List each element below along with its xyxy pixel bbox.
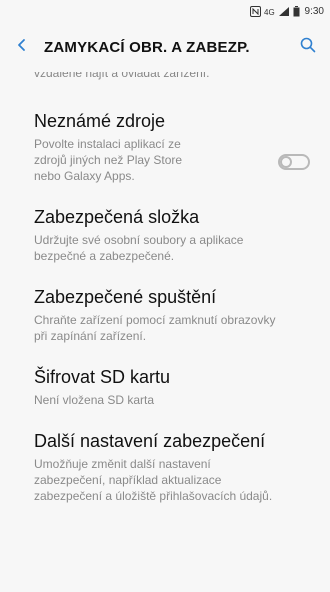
setting-subtitle: Povolte instalaci aplikací ze zdrojů jin… (34, 137, 183, 183)
signal-icon (278, 6, 290, 17)
setting-title: Neznámé zdroje (34, 111, 166, 131)
back-button[interactable] (0, 25, 44, 69)
setting-subtitle: Udržujte své osobní soubory a aplikace b… (34, 233, 244, 263)
setting-title: Zabezpečená složka (34, 207, 200, 227)
search-button[interactable] (286, 25, 330, 69)
status-time: 9:30 (304, 5, 324, 17)
volte-icon: 4G (264, 6, 275, 17)
setting-encrypt-sd[interactable]: Šifrovat SD kartu Není vložena SD karta (0, 366, 330, 408)
svg-text:4G: 4G (264, 8, 275, 17)
setting-subtitle: Chraňte zařízení pomocí zamknutí obrazov… (34, 313, 276, 343)
setting-secure-folder[interactable]: Zabezpečená složka Udržujte své osobní s… (0, 206, 330, 264)
app-bar: ZAMYKACÍ OBR. A ZABEZP. (0, 22, 330, 72)
toggle-knob (280, 156, 292, 168)
setting-title: Zabezpečené spuštění (34, 287, 217, 307)
setting-title: Další nastavení zabezpečení (34, 431, 266, 451)
setting-secure-startup[interactable]: Zabezpečené spuštění Chraňte zařízení po… (0, 286, 330, 344)
settings-list-container[interactable]: vzdálené najít a ovládat zařízení. Nezná… (0, 72, 330, 592)
battery-icon (293, 5, 300, 17)
status-bar: 4G 9:30 (0, 0, 330, 22)
chevron-left-icon (16, 38, 28, 57)
setting-subtitle: Není vložena SD karta (34, 393, 155, 407)
search-icon (300, 37, 316, 58)
setting-subtitle: Umožňuje změnit další nastavení zabezpeč… (34, 457, 273, 503)
page-title: ZAMYKACÍ OBR. A ZABEZP. (44, 38, 250, 56)
nfc-icon (249, 5, 261, 17)
unknown-sources-toggle[interactable] (278, 154, 310, 170)
partial-item-text: vzdálené najít a ovládat zařízení. (34, 72, 210, 80)
settings-list: Neznámé zdroje Povolte instalaci aplikac… (0, 110, 330, 504)
setting-unknown-sources[interactable]: Neznámé zdroje Povolte instalaci aplikac… (0, 110, 330, 184)
setting-other-security[interactable]: Další nastavení zabezpečení Umožňuje změ… (0, 430, 330, 504)
setting-title: Šifrovat SD kartu (34, 367, 171, 387)
